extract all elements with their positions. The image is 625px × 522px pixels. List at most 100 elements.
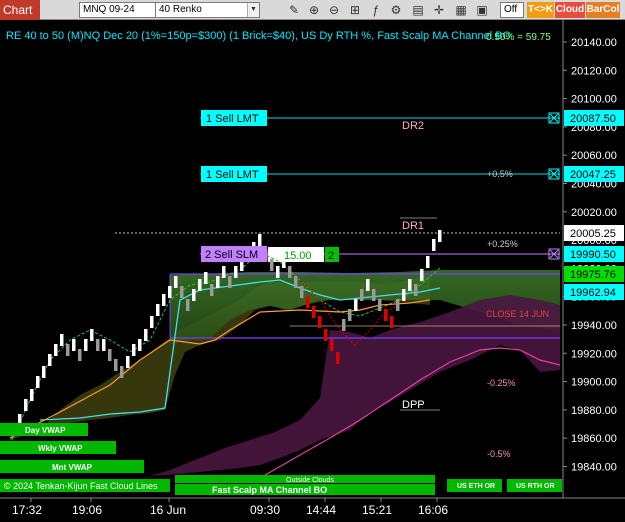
dr2-label: DR2: [402, 120, 424, 132]
price-tick-label: 19920.00: [571, 348, 617, 360]
zoom-out-icon[interactable]: ⊖: [326, 2, 342, 18]
plus-025-label: +0.25%: [487, 239, 518, 249]
price-tick-label: 19940.00: [571, 320, 617, 332]
renko-brick: [432, 239, 436, 251]
renko-brick: [186, 299, 190, 311]
header-right-text: 0.50% = 59.75: [486, 32, 551, 43]
time-tick-label: 19:06: [72, 503, 102, 517]
outside-clouds-label: Outside Clouds: [286, 477, 334, 484]
renko-brick: [348, 309, 352, 321]
crosshair-icon[interactable]: ✛: [431, 2, 447, 18]
copyright-label: © 2024 Tenkan-Kijun Fast Cloud Lines: [4, 481, 158, 491]
chart-header-text: RE 40 to 50 (M)NQ Dec 20 (1%=150p=$300) …: [6, 30, 512, 42]
renko-brick: [114, 359, 118, 371]
price-tag-label: 19975.76: [570, 269, 616, 281]
renko-brick: [90, 329, 94, 341]
price-tag-label: 20005.25: [570, 228, 616, 240]
rth-or-label: US RTH OR: [516, 483, 555, 490]
close-level-label: CLOSE 14 JUN: [486, 309, 549, 319]
dpp-label: DPP: [402, 399, 425, 411]
price-tag-label: 20087.50: [570, 113, 616, 125]
chart-properties-icon[interactable]: ⊞: [347, 2, 363, 18]
strategies-icon[interactable]: ⚙: [388, 2, 404, 18]
renko-brick: [306, 296, 310, 308]
price-tick-label: 19840.00: [571, 462, 617, 474]
renko-brick: [180, 286, 184, 298]
time-tick-label: 17:32: [12, 503, 42, 517]
bar-type-selector[interactable]: 40 Renko ▼: [155, 2, 260, 18]
minus-05-label: -0.5%: [487, 449, 511, 459]
zoom-in-icon[interactable]: ⊕: [306, 2, 322, 18]
price-tag-label: 19990.50: [570, 249, 616, 261]
renko-brick: [372, 289, 376, 301]
price-tick-label: 19880.00: [571, 405, 617, 417]
time-axis: 17:32 19:06 16 Jun 09:30 14:44 15:21 16:06: [12, 498, 448, 517]
renko-brick: [276, 266, 280, 278]
renko-brick: [108, 349, 112, 361]
price-tag-label: 20047.25: [570, 169, 616, 181]
renko-brick: [84, 339, 88, 351]
order-label-sell-lmt-1[interactable]: 1 Sell LMT: [206, 113, 259, 125]
tk-toggle-button[interactable]: T<>K: [527, 2, 554, 18]
time-tick-label: 16 Jun: [150, 503, 186, 517]
renko-brick: [318, 316, 322, 328]
chart-trader-icon[interactable]: ▤: [410, 2, 426, 18]
snapshot-icon[interactable]: ▣: [474, 2, 490, 18]
renko-brick: [420, 269, 424, 281]
dr1-label: DR1: [402, 220, 424, 232]
cloud-toggle-button[interactable]: Cloud: [555, 2, 585, 18]
renko-brick: [30, 389, 34, 401]
chevron-down-icon[interactable]: ▼: [247, 3, 259, 17]
time-tick-label: 14:44: [306, 503, 336, 517]
renko-brick: [72, 339, 76, 351]
day-vwap-label: Day VWAP: [25, 426, 66, 435]
chart-plot-area[interactable]: RE 40 to 50 (M)NQ Dec 20 (1%=150p=$300) …: [0, 20, 625, 522]
renko-brick: [120, 366, 124, 378]
renko-brick: [402, 289, 406, 301]
renko-brick: [366, 279, 370, 291]
price-tick-label: 19900.00: [571, 377, 617, 389]
renko-brick: [24, 399, 28, 411]
renko-brick: [270, 259, 274, 271]
draw-tool-icon[interactable]: ✎: [286, 2, 302, 18]
price-tick-label: 20060.00: [571, 150, 617, 162]
renko-brick: [390, 316, 394, 328]
renko-brick: [192, 289, 196, 301]
renko-brick: [294, 276, 298, 288]
renko-brick: [156, 304, 160, 316]
off-value: Off: [504, 4, 518, 15]
renko-brick: [150, 316, 154, 328]
order-stop-value[interactable]: 15.00: [284, 250, 312, 262]
order-label-sell-lmt-2[interactable]: 1 Sell LMT: [206, 169, 259, 181]
renko-brick: [258, 234, 262, 246]
price-tick-label: 20140.00: [571, 37, 617, 49]
renko-brick: [234, 266, 238, 278]
renko-brick: [342, 319, 346, 331]
renko-brick: [60, 334, 64, 346]
price-tick-label: 20100.00: [571, 94, 617, 106]
renko-brick: [96, 339, 100, 351]
layout-icon[interactable]: ▦: [453, 2, 469, 18]
off-selector[interactable]: Off: [500, 2, 524, 18]
renko-brick: [384, 309, 388, 321]
renko-brick: [198, 279, 202, 291]
renko-brick: [222, 266, 226, 278]
renko-brick: [414, 284, 418, 296]
renko-brick: [216, 276, 220, 288]
renko-brick: [48, 354, 52, 366]
renko-brick: [42, 366, 46, 378]
instrument-value: MNQ 09-24: [83, 4, 135, 15]
order-label-sell-slm[interactable]: 2 Sell SLM: [205, 249, 258, 261]
renko-brick: [288, 266, 292, 278]
renko-brick: [438, 230, 442, 242]
barcol-toggle-button[interactable]: BarCol: [586, 2, 620, 18]
renko-brick: [360, 289, 364, 301]
order-stop-qty[interactable]: 2: [328, 250, 334, 262]
renko-brick: [330, 339, 334, 351]
time-tick-label: 16:06: [418, 503, 448, 517]
renko-brick: [354, 299, 358, 311]
renko-brick: [78, 349, 82, 361]
time-tick-label: 09:30: [250, 503, 280, 517]
renko-brick: [126, 356, 130, 368]
indicators-icon[interactable]: ƒ: [368, 2, 384, 18]
